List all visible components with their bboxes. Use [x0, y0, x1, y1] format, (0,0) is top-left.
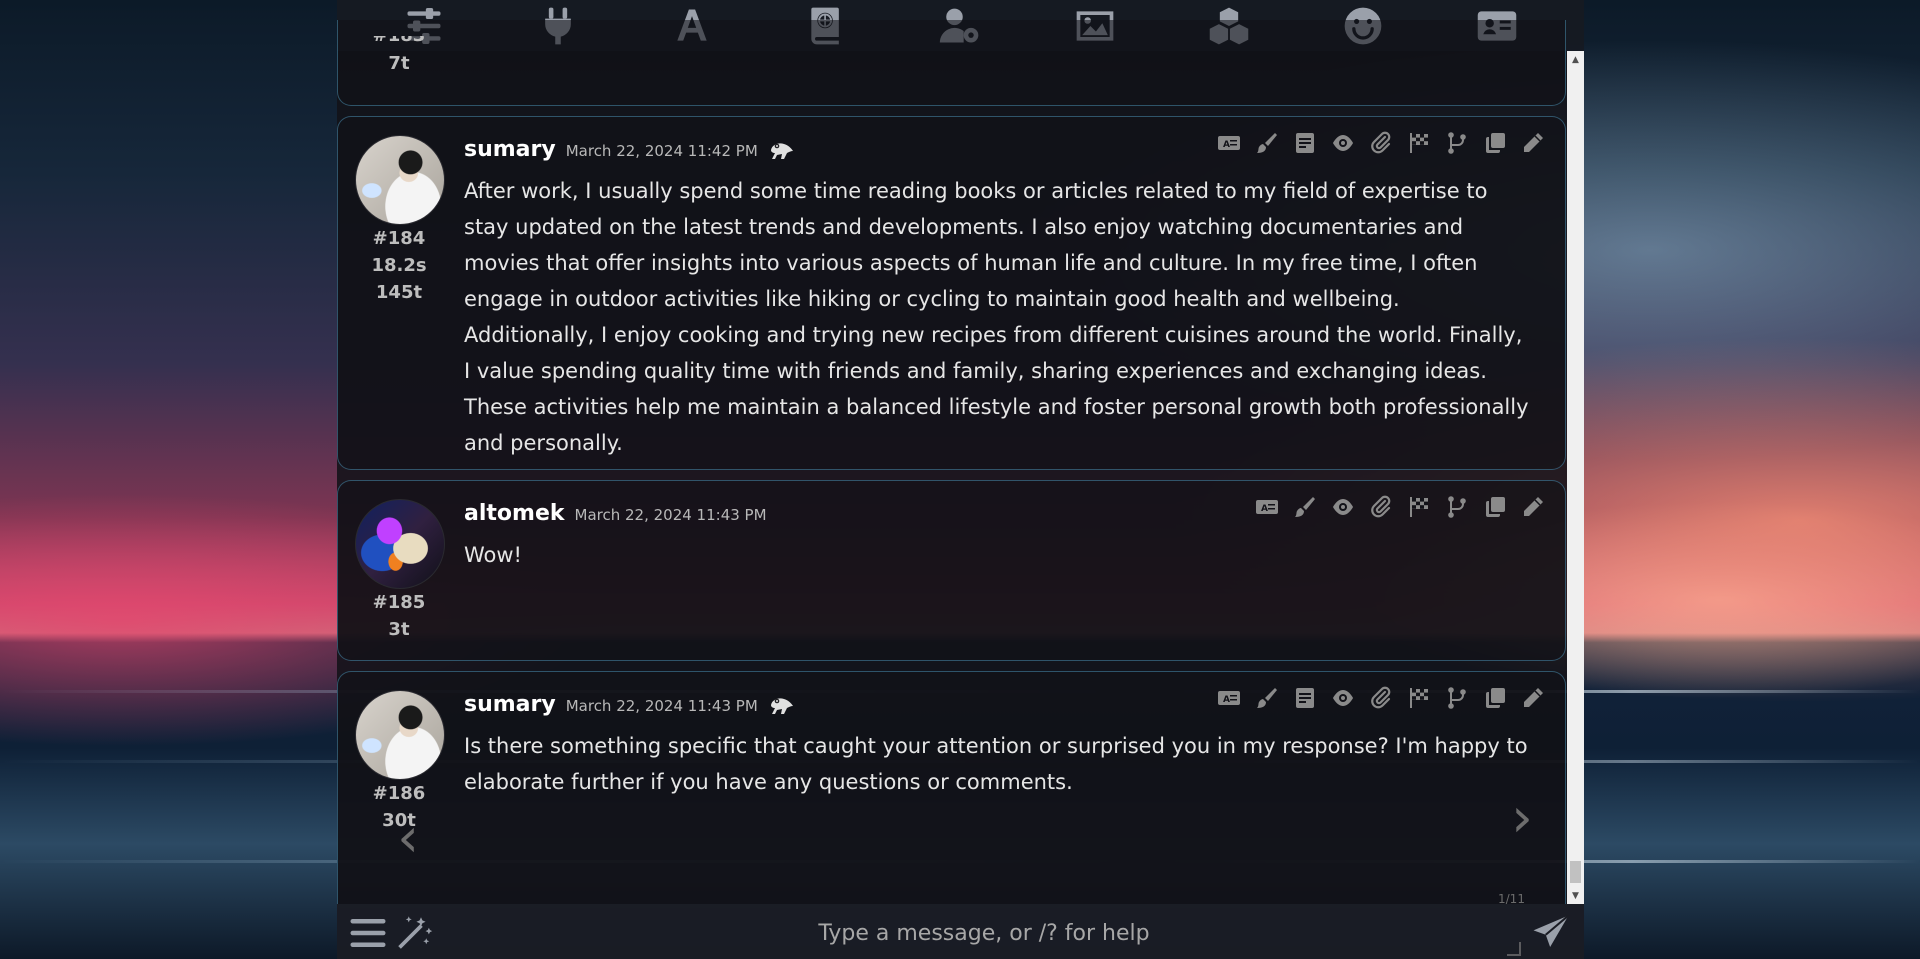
svg-text:A: A — [1261, 504, 1268, 514]
message-toolbar: A — [1255, 495, 1545, 519]
message-186: #186 30t sumary March 22, 2024 11:43 PM … — [337, 671, 1566, 904]
avatar-sumary[interactable] — [355, 135, 445, 225]
translate-icon[interactable]: A — [1255, 495, 1279, 519]
message-gen-time: 18.2s — [371, 255, 427, 276]
message-text: Is there something specific that caught … — [464, 734, 1528, 794]
message-tokens: 3t — [388, 619, 410, 640]
message-meta: #185 3t — [355, 589, 443, 643]
message-185: #185 3t altomek March 22, 2024 11:43 PM … — [337, 480, 1566, 661]
input-bar — [337, 904, 1584, 959]
paperclip-icon[interactable] — [1369, 495, 1393, 519]
eye-icon[interactable] — [1331, 131, 1355, 155]
message-text: After work, I usually spend some time re… — [464, 179, 1529, 455]
message-tokens: 145t — [375, 282, 423, 303]
note-icon[interactable] — [1293, 686, 1317, 710]
branch-icon[interactable] — [1445, 495, 1469, 519]
swipe-right-button[interactable]: › — [1502, 786, 1542, 849]
scroll-down-arrow-icon[interactable]: ▼ — [1567, 887, 1584, 904]
message-meta: #184 18.2s 145t — [355, 225, 443, 306]
checkpoint-flag-icon[interactable] — [1407, 686, 1431, 710]
swipe-counter: 1/11 — [1498, 892, 1525, 904]
model-frog-icon — [770, 142, 793, 159]
message-header: sumary March 22, 2024 11:42 PM — [464, 137, 796, 162]
pencil-icon[interactable] — [1521, 131, 1545, 155]
message-183: #183 7t — [337, 20, 1566, 106]
message-meta: #183 7t — [355, 36, 443, 77]
message-timestamp: March 22, 2024 11:43 PM — [565, 697, 758, 715]
paperclip-icon[interactable] — [1369, 131, 1393, 155]
avatar-sumary[interactable] — [355, 690, 445, 780]
message-toolbar: A — [1217, 131, 1545, 155]
pencil-icon[interactable] — [1521, 686, 1545, 710]
branch-icon[interactable] — [1445, 131, 1469, 155]
eye-icon[interactable] — [1331, 495, 1355, 519]
svg-text:A: A — [1223, 695, 1230, 705]
message-number: #183 — [355, 36, 443, 50]
paperclip-icon[interactable] — [1369, 686, 1393, 710]
message-number: #184 — [372, 228, 426, 249]
checkpoint-flag-icon[interactable] — [1407, 131, 1431, 155]
svg-text:A: A — [1223, 140, 1230, 150]
message-toolbar: A — [1217, 686, 1545, 710]
message-184: #184 18.2s 145t sumary March 22, 2024 11… — [337, 116, 1566, 470]
author-name: sumary — [464, 137, 556, 162]
note-icon[interactable] — [1293, 131, 1317, 155]
message-header: sumary March 22, 2024 11:43 PM — [464, 692, 796, 717]
message-timestamp: March 22, 2024 11:43 PM — [574, 506, 767, 524]
author-name: sumary — [464, 692, 556, 717]
copy-icon[interactable] — [1483, 131, 1507, 155]
message-tokens: 7t — [388, 53, 410, 74]
message-number: #186 — [372, 783, 426, 804]
message-input[interactable] — [452, 912, 1516, 954]
pencil-icon[interactable] — [1521, 495, 1545, 519]
resize-grip-icon[interactable] — [1507, 942, 1521, 956]
paintbrush-icon[interactable] — [1293, 495, 1317, 519]
send-icon[interactable] — [1530, 912, 1572, 954]
translate-icon[interactable]: A — [1217, 686, 1241, 710]
paintbrush-icon[interactable] — [1255, 686, 1279, 710]
checkpoint-flag-icon[interactable] — [1407, 495, 1431, 519]
model-frog-icon — [770, 697, 793, 714]
eye-icon[interactable] — [1331, 686, 1355, 710]
copy-icon[interactable] — [1483, 495, 1507, 519]
avatar-altomek[interactable] — [355, 499, 445, 589]
message-number: #185 — [372, 592, 426, 613]
scroll-up-arrow-icon[interactable]: ▲ — [1567, 51, 1584, 68]
options-menu-icon[interactable] — [347, 912, 389, 954]
message-timestamp: March 22, 2024 11:42 PM — [565, 142, 758, 160]
copy-icon[interactable] — [1483, 686, 1507, 710]
author-name: altomek — [464, 501, 565, 526]
translate-icon[interactable]: A — [1217, 131, 1241, 155]
branch-icon[interactable] — [1445, 686, 1469, 710]
message-text: Wow! — [464, 543, 522, 567]
magic-wand-icon[interactable] — [393, 912, 435, 954]
message-header: altomek March 22, 2024 11:43 PM — [464, 501, 767, 526]
paintbrush-icon[interactable] — [1255, 131, 1279, 155]
swipe-left-button[interactable]: ‹ — [388, 806, 428, 869]
scroll-thumb[interactable] — [1570, 861, 1581, 883]
chat-scrollbar[interactable]: ▲ ▼ — [1567, 51, 1584, 904]
